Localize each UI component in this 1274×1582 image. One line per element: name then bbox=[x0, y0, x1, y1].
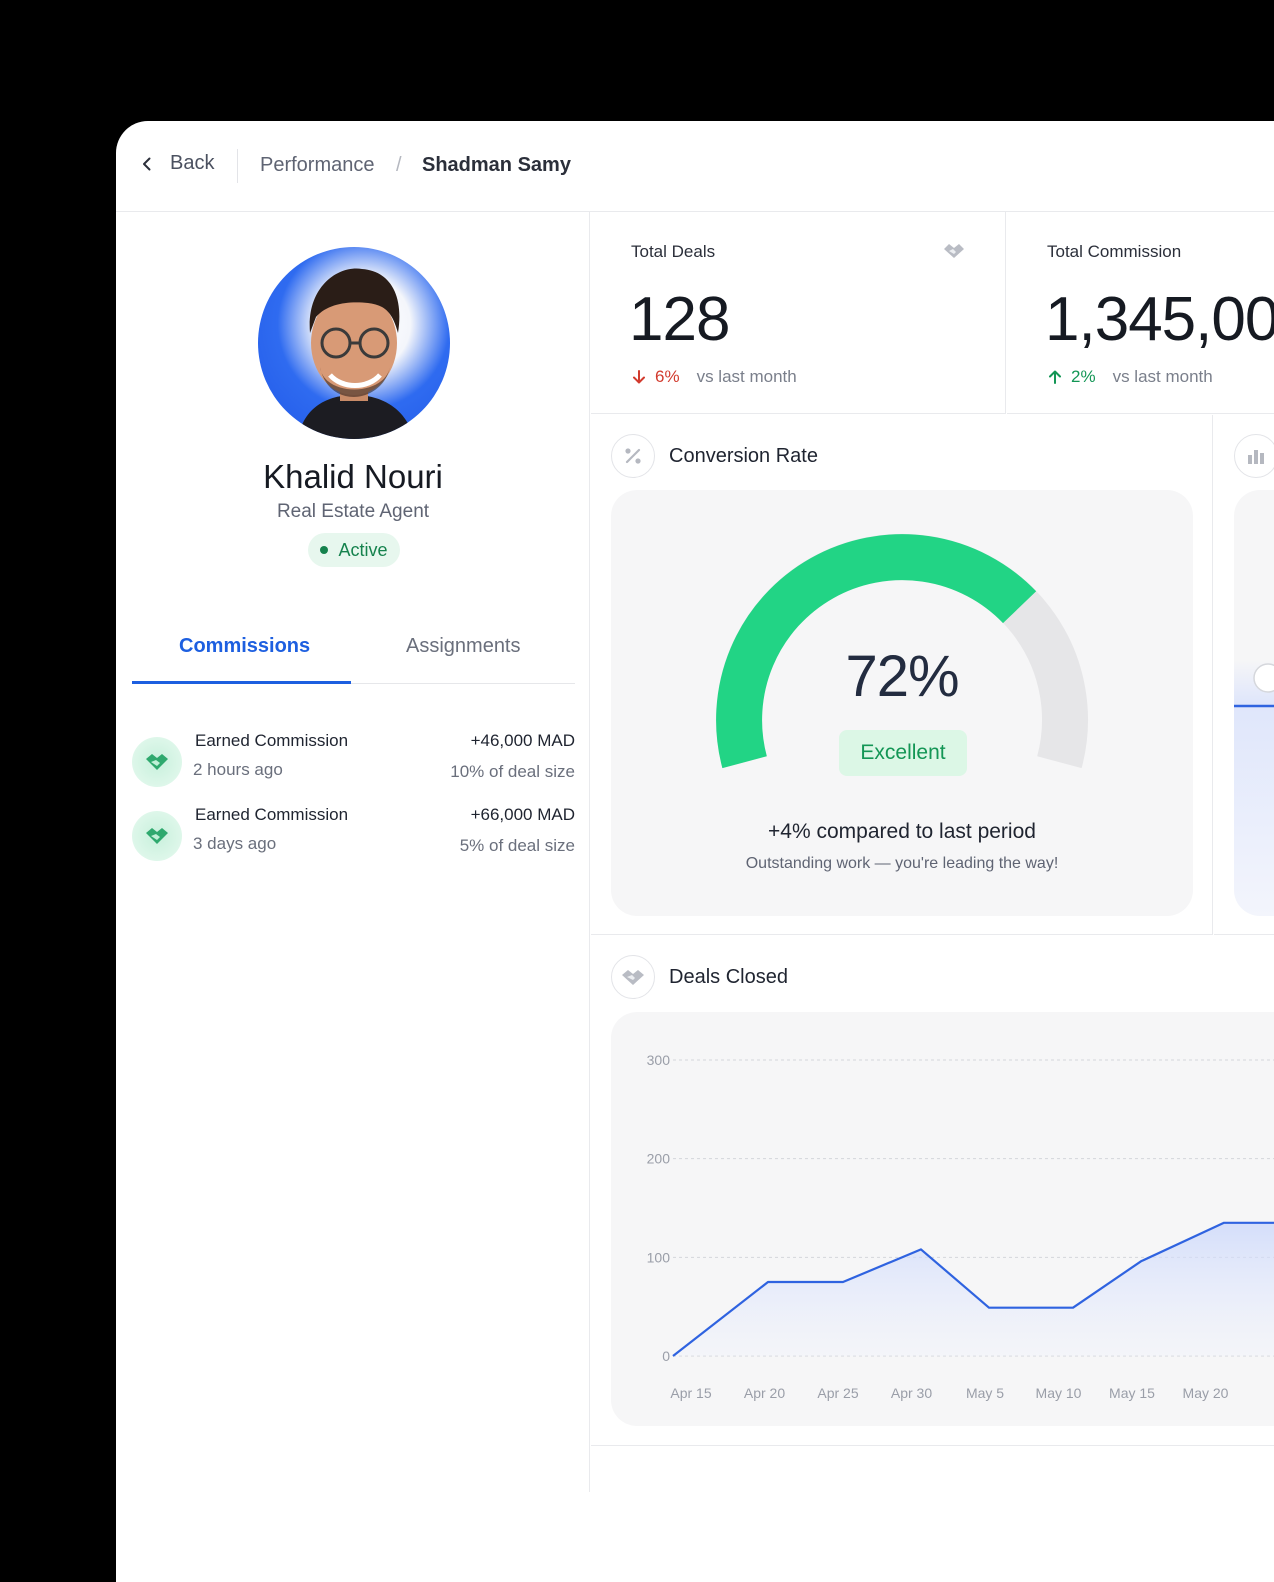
chevron-left-icon bbox=[143, 157, 151, 170]
stat-card-total-deals: Total Deals 128 6% vs last month bbox=[591, 212, 1006, 414]
x-tick-label: Apr 25 bbox=[817, 1385, 858, 1401]
back-button[interactable]: Back bbox=[138, 152, 214, 175]
divider bbox=[237, 149, 238, 183]
y-tick-label: 300 bbox=[647, 1052, 671, 1068]
comparison-text: +4% compared to last period bbox=[768, 820, 1036, 843]
deals-closed-card: Deals Closed 0 100 200 300 Apr 15 Apr 20 Apr 2… bbox=[591, 936, 1274, 1446]
section-title: Deals Closed bbox=[669, 965, 788, 988]
status-dot-icon bbox=[320, 546, 329, 554]
y-tick-label: 200 bbox=[647, 1151, 671, 1167]
section-header: Deals Closed bbox=[611, 955, 788, 999]
list-item[interactable]: Earned Commission 3 days ago +66,000 MAD… bbox=[132, 805, 575, 861]
active-tab-indicator bbox=[132, 681, 351, 684]
stat-trend: 6% vs last month bbox=[631, 367, 797, 387]
deals-chart-panel: 0 100 200 300 Apr 15 Apr 20 Apr 25 Apr 30 May 5 M… bbox=[611, 1012, 1274, 1426]
trend-caption: vs last month bbox=[1112, 367, 1213, 386]
tab-commissions[interactable]: Commissions bbox=[179, 635, 310, 658]
y-tick-label: 100 bbox=[647, 1249, 671, 1265]
x-tick-label: Apr 30 bbox=[891, 1385, 932, 1401]
stat-value: 128 bbox=[629, 285, 730, 354]
partial-card bbox=[1214, 415, 1274, 935]
breadcrumb-separator: / bbox=[396, 154, 402, 176]
stat-trend: 2% vs last month bbox=[1047, 367, 1213, 387]
top-bar: Back Performance / Shadman Samy bbox=[116, 121, 1274, 212]
percent-icon bbox=[611, 434, 655, 478]
x-tick-label: May 15 bbox=[1109, 1385, 1155, 1401]
profile-role: Real Estate Agent bbox=[276, 501, 430, 522]
bar-chart-icon bbox=[1234, 434, 1274, 478]
commission-title: Earned Commission bbox=[195, 731, 349, 750]
series-area bbox=[673, 1222, 1274, 1356]
comparison-subtitle: Outstanding work — you're leading the wa… bbox=[745, 855, 1059, 872]
trend-caption: vs last month bbox=[696, 367, 797, 386]
breadcrumb-current: Shadman Samy bbox=[422, 154, 571, 176]
commission-title: Earned Commission bbox=[195, 805, 349, 824]
section-header: Conversion Rate bbox=[611, 434, 818, 478]
handshake-icon bbox=[611, 955, 655, 999]
rating-badge: Excellent bbox=[839, 730, 967, 776]
handshake-icon bbox=[132, 811, 182, 861]
profile-panel: Khalid Nouri Real Estate Agent Active Co… bbox=[116, 212, 590, 1492]
x-tick-label: Apr 15 bbox=[670, 1385, 711, 1401]
avatar-portrait-icon bbox=[298, 268, 414, 439]
profile-tabs: Commissions Assignments bbox=[132, 618, 575, 684]
stat-value: 1,345,00 bbox=[1045, 285, 1274, 354]
commission-detail: 10% of deal size bbox=[450, 762, 575, 781]
conversion-panel: 72% Excellent +4% compared to last perio… bbox=[611, 490, 1193, 916]
handshake-icon bbox=[132, 737, 182, 787]
back-label: Back bbox=[170, 152, 215, 174]
commission-time: 3 days ago bbox=[193, 834, 277, 853]
partial-chart-panel bbox=[1234, 490, 1274, 916]
x-tick-label: May 5 bbox=[966, 1385, 1004, 1401]
gauge-value: 72% bbox=[845, 644, 959, 709]
commission-amount: +46,000 MAD bbox=[470, 731, 575, 750]
status-badge: Active bbox=[308, 533, 400, 567]
conversion-rate-card: Conversion Rate 72% Excellent +4% compar… bbox=[591, 415, 1213, 935]
commission-time: 2 hours ago bbox=[193, 760, 283, 779]
x-tick-label: May 10 bbox=[1036, 1385, 1082, 1401]
deals-closed-chart: 0 100 200 300 Apr 15 Apr 20 Apr 25 Apr 30 May 5 M… bbox=[647, 1052, 1274, 1401]
y-tick-label: 0 bbox=[662, 1348, 670, 1364]
commission-detail: 5% of deal size bbox=[459, 836, 575, 855]
arrow-up-icon bbox=[1049, 370, 1061, 384]
trend-value: 6% bbox=[655, 367, 680, 386]
list-item[interactable]: Earned Commission 2 hours ago +46,000 MA… bbox=[132, 731, 575, 787]
avatar bbox=[258, 247, 450, 439]
stat-label: Total Deals bbox=[631, 242, 716, 261]
partial-chart-line bbox=[1234, 663, 1274, 708]
stat-label: Total Commission bbox=[1047, 242, 1182, 261]
tab-assignments[interactable]: Assignments bbox=[406, 635, 521, 658]
trend-value: 2% bbox=[1071, 367, 1096, 386]
commission-amount: +66,000 MAD bbox=[470, 805, 575, 824]
status-label: Active bbox=[338, 539, 388, 560]
section-title: Conversion Rate bbox=[669, 444, 818, 467]
breadcrumb-performance[interactable]: Performance bbox=[260, 154, 375, 177]
handshake-icon bbox=[943, 242, 965, 265]
profile-name: Khalid Nouri bbox=[263, 458, 443, 495]
x-tick-label: Apr 20 bbox=[744, 1385, 785, 1401]
app-window: Back Performance / Shadman Samy Khalid N… bbox=[116, 121, 1274, 1582]
arrow-down-icon bbox=[633, 370, 645, 384]
stat-card-total-commission: Total Commission 1,345,00 2% vs last mon… bbox=[1007, 212, 1274, 414]
x-tick-label: May 20 bbox=[1183, 1385, 1229, 1401]
